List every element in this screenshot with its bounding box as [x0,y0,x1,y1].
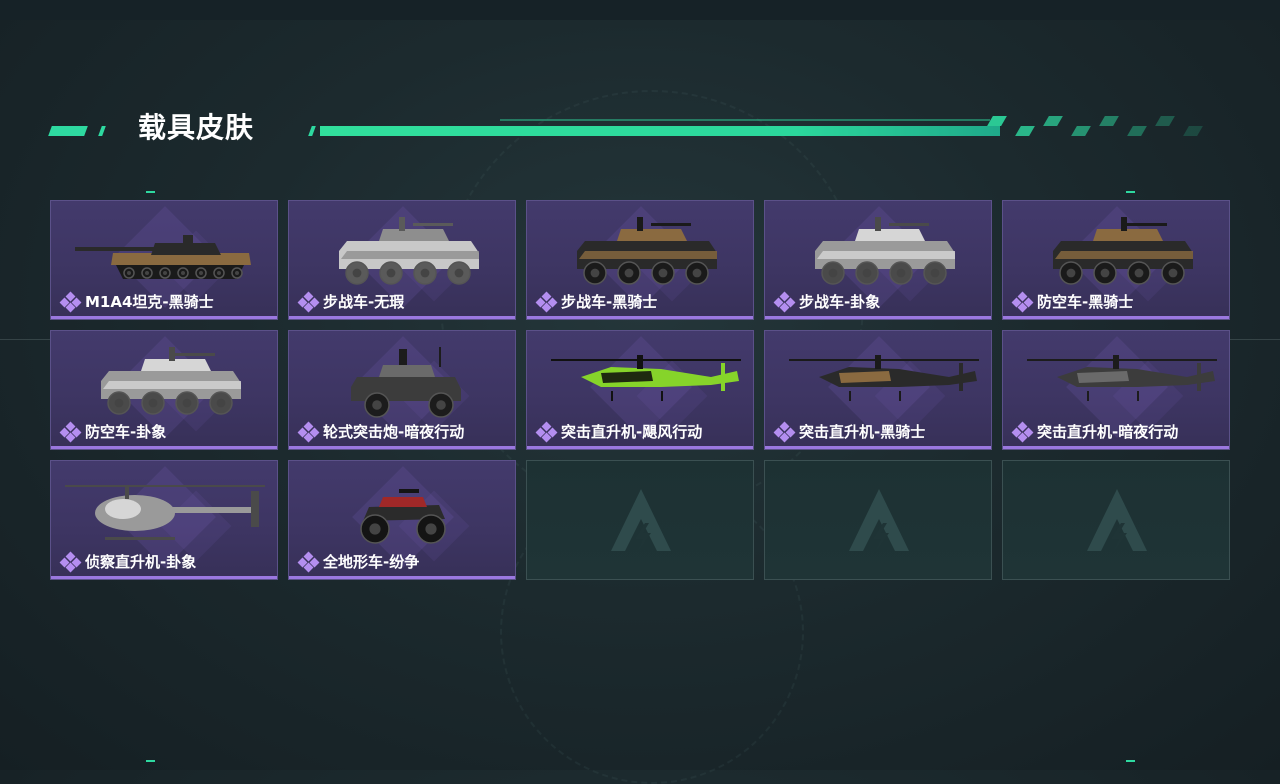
skin-name: 步战车-黑骑士 [561,293,658,311]
rarity-diamond-icon [297,421,320,443]
card-label: 轮式突击炮-暗夜行动 [297,421,465,443]
rarity-diamond-icon [773,421,796,443]
rarity-diamond-icon [297,551,320,573]
skin-card[interactable]: 防空车-卦象 [50,330,278,450]
header-accent [308,126,316,136]
corner-mark [146,191,155,193]
skin-name: 突击直升机-暗夜行动 [1037,423,1179,441]
game-logo-icon [1087,489,1147,553]
rarity-diamond-icon [773,291,796,313]
skin-name: 步战车-卦象 [799,293,881,311]
aa-vehicle-icon [1053,217,1193,285]
skin-name: 防空车-黑骑士 [1037,293,1134,311]
rarity-diamond-icon [59,421,82,443]
attack-helicopter-icon [1027,355,1217,401]
header-thin-line [500,119,990,121]
header-accent [48,126,88,136]
skin-name: 全地形车-纷争 [323,553,420,571]
attack-helicopter-icon [789,355,979,401]
divider-right [1230,339,1280,340]
skin-name: 突击直升机-黑骑士 [799,423,926,441]
attack-helicopter-icon [551,355,741,401]
skin-card[interactable]: 步战车-无瑕 [288,200,516,320]
assault-gun-icon [351,347,461,418]
card-label: 防空车-卦象 [59,421,167,443]
ifv-icon [339,217,479,285]
skin-card[interactable]: 全地形车-纷争 [288,460,516,580]
card-label: 突击直升机-黑骑士 [773,421,926,443]
card-label: 步战车-卦象 [773,291,881,313]
card-label: 全地形车-纷争 [297,551,420,573]
header-checker-pattern [987,116,1203,136]
card-label: 突击直升机-暗夜行动 [1011,421,1179,443]
corner-mark [1126,760,1135,762]
page-title: 载具皮肤 [138,111,255,144]
tank-icon [75,235,251,279]
empty-skin-slot [526,460,754,580]
card-label: 防空车-黑骑士 [1011,291,1134,313]
ifv-icon [577,217,717,285]
skin-card[interactable]: 步战车-卦象 [764,200,992,320]
game-logo-icon [611,489,671,553]
skin-card[interactable]: 步战车-黑骑士 [526,200,754,320]
skin-name: 突击直升机-飓风行动 [561,423,703,441]
skin-grid: M1A4坦克-黑骑士 步战车-无瑕 步战车-黑骑士 步战车-卦象 防空车-黑骑士… [50,200,1230,580]
card-label: 侦察直升机-卦象 [59,551,197,573]
corner-mark [146,760,155,762]
atv-icon [360,489,446,544]
ifv-icon [815,217,955,285]
scout-helicopter-icon [65,485,265,540]
header-bar [320,126,1000,136]
card-label: 步战车-黑骑士 [535,291,658,313]
skin-name: M1A4坦克-黑骑士 [85,293,214,311]
rarity-diamond-icon [1011,291,1034,313]
skin-card[interactable]: 侦察直升机-卦象 [50,460,278,580]
skin-name: 防空车-卦象 [85,423,167,441]
card-label: 步战车-无瑕 [297,291,405,313]
divider-left [0,339,50,340]
top-bar [0,0,1280,20]
card-label: 突击直升机-飓风行动 [535,421,703,443]
rarity-diamond-icon [535,291,558,313]
rarity-diamond-icon [1011,421,1034,443]
skin-card[interactable]: 突击直升机-黑骑士 [764,330,992,450]
skin-card[interactable]: 轮式突击炮-暗夜行动 [288,330,516,450]
skin-card[interactable]: 防空车-黑骑士 [1002,200,1230,320]
empty-skin-slot [764,460,992,580]
aa-vehicle-icon [101,347,241,415]
skin-name: 轮式突击炮-暗夜行动 [323,423,465,441]
skin-name: 侦察直升机-卦象 [85,553,197,571]
empty-skin-slot [1002,460,1230,580]
corner-mark [1126,191,1135,193]
rarity-diamond-icon [59,551,82,573]
game-logo-icon [849,489,909,553]
rarity-diamond-icon [297,291,320,313]
rarity-diamond-icon [59,291,82,313]
header-accent [98,126,106,136]
skin-card[interactable]: M1A4坦克-黑骑士 [50,200,278,320]
card-label: M1A4坦克-黑骑士 [59,291,214,313]
skin-card[interactable]: 突击直升机-暗夜行动 [1002,330,1230,450]
rarity-diamond-icon [535,421,558,443]
skin-name: 步战车-无瑕 [323,293,405,311]
skin-card[interactable]: 突击直升机-飓风行动 [526,330,754,450]
